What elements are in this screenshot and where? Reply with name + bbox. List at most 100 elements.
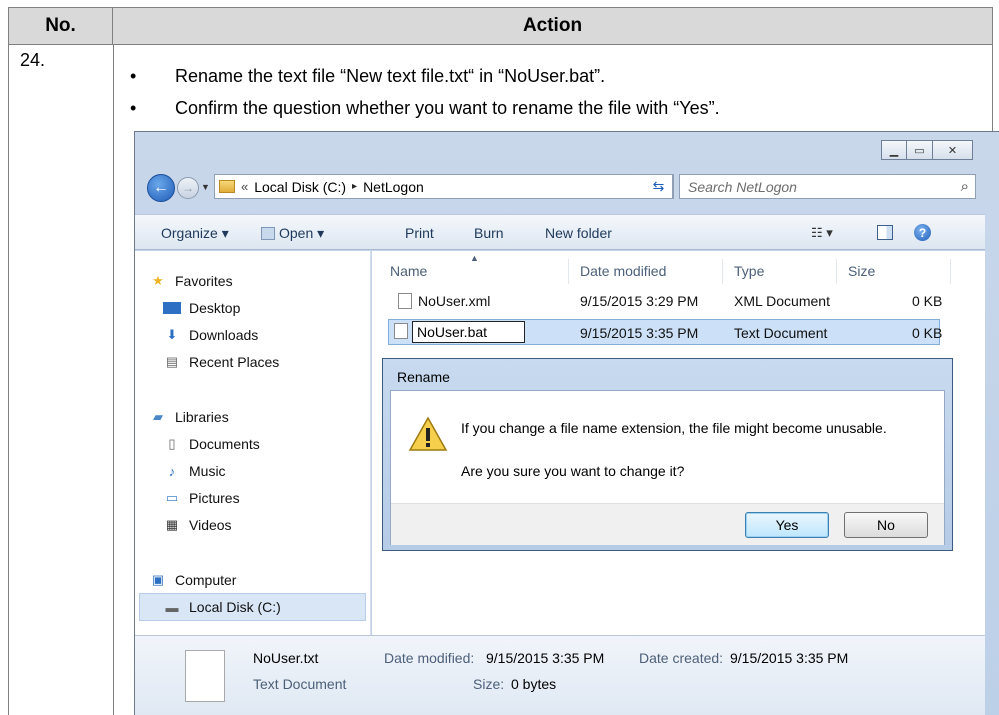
nav-label: Desktop (189, 300, 241, 316)
step-number: 24. (20, 50, 46, 70)
table-border-middle (113, 44, 114, 715)
new-folder-button[interactable]: New folder (545, 225, 612, 241)
search-icon[interactable]: ⌕ (961, 178, 969, 195)
maximize-icon[interactable]: ▭ (907, 140, 933, 160)
close-icon[interactable]: ✕ (933, 140, 973, 160)
table-border-left (8, 44, 9, 715)
yes-button[interactable]: Yes (745, 512, 829, 538)
file-type: XML Document (734, 293, 830, 309)
print-button[interactable]: Print (405, 225, 434, 241)
nav-computer[interactable]: ▣ Computer (149, 572, 237, 588)
bullet-confirm: • Confirm the question whether you want … (130, 98, 720, 119)
column-separator[interactable] (568, 259, 569, 284)
burn-button[interactable]: Burn (474, 225, 504, 241)
txt-file-icon (394, 323, 408, 342)
no-button[interactable]: No (844, 512, 928, 538)
downloads-icon: ⬇ (166, 327, 178, 342)
nav-label: Music (189, 463, 226, 479)
nav-desktop[interactable]: Desktop (163, 300, 240, 316)
file-name: NoUser.xml (418, 293, 491, 309)
breadcrumb-netlogon[interactable]: NetLogon (363, 179, 424, 195)
details-size-label: Size: (473, 676, 505, 692)
computer-icon: ▣ (151, 572, 165, 587)
column-separator[interactable] (836, 259, 837, 284)
column-separator[interactable] (950, 259, 951, 284)
details-file-name: NoUser.txt (253, 650, 319, 666)
bullet-dot-icon: • (130, 66, 137, 86)
details-file-type: Text Document (253, 676, 347, 692)
nav-label: Computer (175, 572, 237, 588)
nav-recent-places[interactable]: ▤ Recent Places (163, 354, 279, 370)
desktop-icon (163, 302, 181, 314)
dialog-message: If you change a file name extension, the… (461, 420, 887, 436)
details-pane: NoUser.txt Text Document Date modified: … (135, 635, 985, 715)
details-modified-value: 9/15/2015 3:35 PM (486, 650, 605, 666)
nav-label: Favorites (175, 273, 233, 289)
drive-icon: ▬ (165, 599, 179, 615)
nav-favorites[interactable]: ★ Favorites (149, 273, 233, 289)
navigation-pane: ★ Favorites Desktop ⬇ Downloads ▤ Recent Pl… (135, 251, 371, 635)
window-controls: ▁ ▭ ✕ (881, 140, 973, 160)
minimize-icon[interactable]: ▁ (881, 140, 907, 160)
address-bar[interactable]: « Local Disk (C:) ▸ NetLogon ▼ (214, 174, 674, 199)
breadcrumb-separator-icon[interactable]: ▸ (352, 181, 357, 192)
nav-downloads[interactable]: ⬇ Downloads (163, 327, 259, 343)
nav-local-disk[interactable]: ▬ Local Disk (C:) (163, 599, 281, 615)
refresh-icon[interactable]: ⇆ (645, 174, 673, 199)
header-action: Action (113, 7, 993, 44)
file-size: 0 KB (912, 325, 943, 341)
nav-label: Downloads (189, 327, 259, 343)
open-button[interactable]: Open ▾ (261, 225, 324, 242)
column-name[interactable]: Name (390, 263, 427, 279)
column-separator[interactable] (722, 259, 723, 284)
nav-videos[interactable]: ▦ Videos (163, 517, 232, 533)
nav-pictures[interactable]: ▭ Pictures (163, 490, 240, 506)
document-icon (261, 227, 275, 240)
folder-icon (219, 180, 235, 193)
rename-input[interactable]: NoUser.bat (412, 321, 525, 343)
address-overflow-icon[interactable]: « (241, 179, 248, 194)
open-label: Open ▾ (279, 225, 325, 241)
command-bar: Organize ▾ Open ▾ Print Burn New folder … (135, 214, 985, 250)
star-icon: ★ (152, 273, 164, 288)
details-modified-label: Date modified: (384, 650, 475, 666)
preview-pane-icon[interactable] (877, 225, 893, 240)
dialog-body: If you change a file name extension, the… (390, 390, 945, 545)
rename-dialog: Rename If you change a file name extensi… (382, 358, 953, 551)
bullet-text: Confirm the question whether you want to… (175, 98, 720, 118)
column-size[interactable]: Size (848, 263, 875, 279)
nav-label: Recent Places (189, 354, 280, 370)
bullet-dot-icon: • (130, 98, 137, 118)
sort-ascending-icon: ▲ (470, 253, 479, 263)
search-input[interactable]: Search NetLogon ⌕ (679, 174, 976, 199)
pictures-icon: ▭ (165, 490, 179, 505)
dialog-footer: Yes No (391, 503, 944, 545)
column-date-modified[interactable]: Date modified (580, 263, 666, 279)
nav-label: Libraries (175, 409, 229, 425)
nav-documents[interactable]: ▯ Documents (163, 436, 260, 452)
forward-arrow-icon[interactable]: → (177, 177, 199, 199)
back-arrow-icon[interactable]: ← (147, 174, 175, 202)
help-icon[interactable]: ? (914, 224, 931, 241)
navigation-bar: ← → ▼ « Local Disk (C:) ▸ NetLogon ▼ ⇆ S… (135, 172, 985, 202)
recent-places-icon: ▤ (165, 354, 179, 369)
search-placeholder: Search NetLogon (688, 178, 797, 195)
nav-libraries[interactable]: ▰ Libraries (149, 409, 229, 425)
file-type: Text Document (734, 325, 828, 341)
dialog-title: Rename (397, 369, 450, 385)
bullet-rename: • Rename the text file “New text file.tx… (130, 66, 605, 87)
nav-music[interactable]: ♪ Music (163, 463, 226, 479)
header-no: No. (8, 7, 113, 44)
warning-icon (408, 416, 448, 451)
column-type[interactable]: Type (734, 263, 764, 279)
nav-label: Documents (189, 436, 260, 452)
file-size: 0 KB (912, 293, 943, 309)
text-document-icon (185, 650, 225, 702)
breadcrumb-local-disk[interactable]: Local Disk (C:) (254, 179, 346, 195)
organize-button[interactable]: Organize ▾ (161, 225, 229, 242)
libraries-icon: ▰ (153, 409, 163, 424)
recent-pages-dropdown-icon[interactable]: ▼ (201, 182, 210, 192)
file-date: 9/15/2015 3:29 PM (580, 293, 699, 309)
view-options-icon[interactable]: ☷ ▾ (811, 225, 833, 241)
nav-label: Local Disk (C:) (189, 599, 281, 615)
